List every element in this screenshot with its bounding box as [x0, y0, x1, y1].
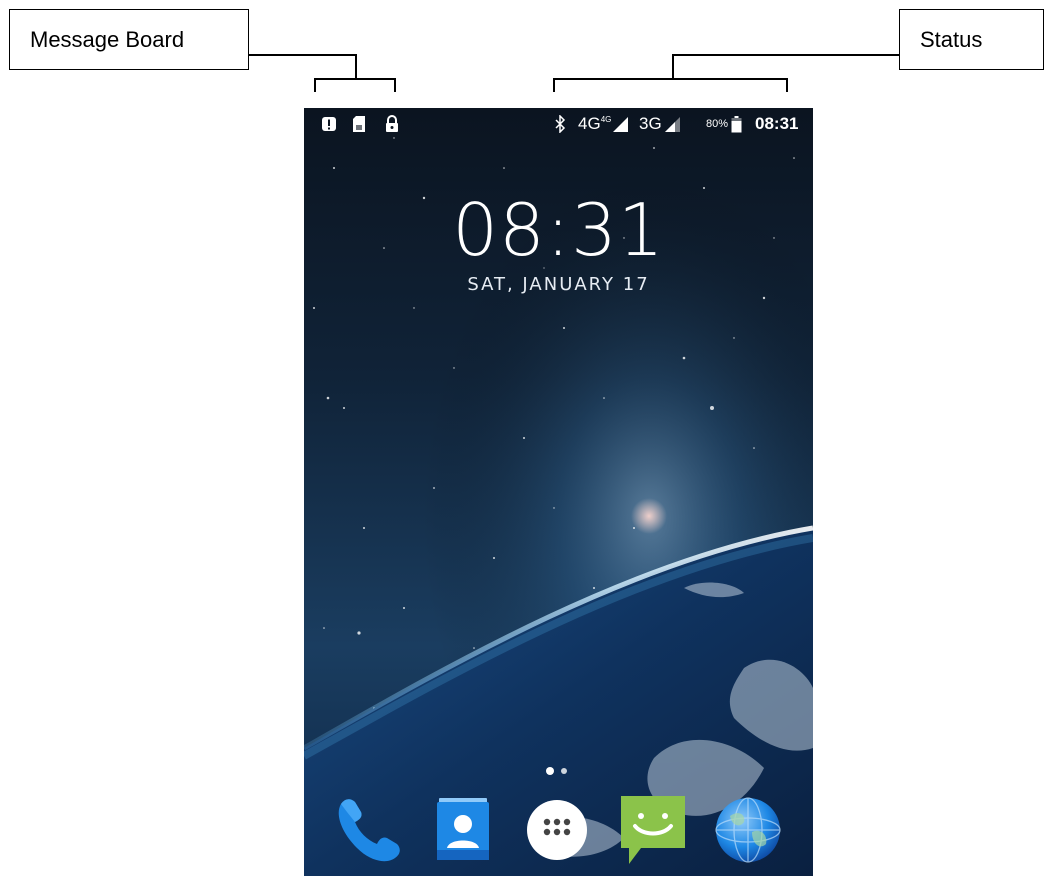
sim-card-icon: [352, 114, 366, 134]
battery-percent: 80%: [706, 118, 729, 130]
lock-screen-date: SAT, JANUARY 17: [467, 274, 650, 295]
status-connector-h: [674, 54, 899, 56]
lock-screen-clock: 08:31: [452, 188, 665, 272]
bluetooth-icon: [554, 114, 566, 134]
page-dot: [561, 768, 567, 774]
message-board-bracket: [314, 78, 396, 80]
signal-4g-icon: [613, 117, 629, 132]
network-4g-superscript: 4G: [600, 114, 612, 124]
phone-screen: 4G 4G 3G 80% 08:31 08:31 SAT, JANUARY 17: [304, 108, 813, 876]
status-label: Status: [920, 26, 983, 52]
battery-icon: [731, 115, 742, 132]
page-dot-active: [546, 767, 554, 775]
signal-3g-icon: [664, 117, 680, 132]
status-time-text: 08:31: [755, 114, 799, 133]
message-board-connector-v: [355, 54, 357, 80]
contacts-app-icon[interactable]: [425, 792, 501, 868]
page-indicator[interactable]: [545, 765, 575, 777]
message-board-bracket-left: [314, 78, 316, 92]
status-bracket-right: [786, 78, 788, 92]
message-board-connector-h: [249, 54, 357, 56]
browser-app-icon[interactable]: [710, 792, 786, 868]
status-time: 08:31: [755, 114, 798, 134]
network-4g-indicator: 4G 4G: [578, 114, 629, 134]
message-board-callout: Message Board: [9, 9, 249, 70]
status-bracket: [553, 78, 788, 80]
alert-icon: [321, 114, 337, 134]
status-connector-v: [672, 54, 674, 80]
status-bar: 4G 4G 3G 80% 08:31: [304, 108, 813, 140]
phone-app-icon[interactable]: [331, 792, 407, 868]
lock-icon: [384, 114, 400, 134]
app-drawer-icon[interactable]: [519, 792, 595, 868]
message-board-bracket-right: [394, 78, 396, 92]
message-board-label: Message Board: [30, 26, 185, 52]
network-3g-indicator: 3G: [639, 114, 680, 134]
status-callout: Status: [899, 9, 1044, 70]
app-dock: [304, 792, 813, 876]
messaging-app-icon[interactable]: [615, 792, 691, 868]
network-4g-label: 4G: [578, 114, 601, 133]
status-bracket-left: [553, 78, 555, 92]
network-3g-label: 3G: [639, 114, 662, 133]
battery-indicator: 80%: [706, 114, 742, 134]
